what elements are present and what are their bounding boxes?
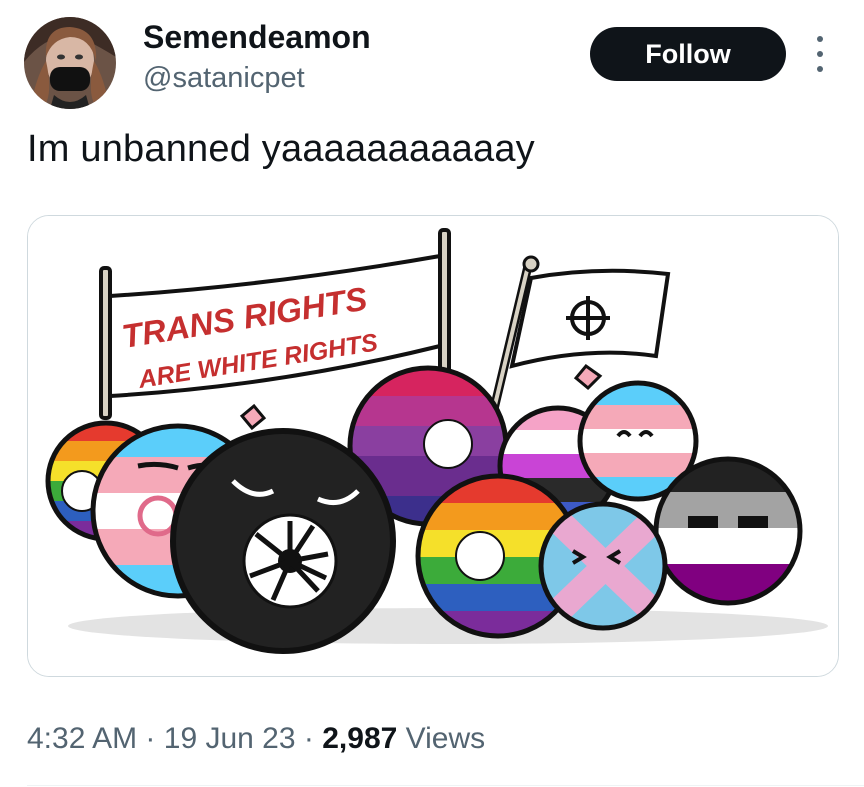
- views-label: Views: [405, 722, 486, 755]
- more-dot: [817, 66, 823, 72]
- more-dot: [817, 36, 823, 42]
- tweet-time[interactable]: 4:32 AM: [27, 722, 137, 755]
- follow-button[interactable]: Follow: [590, 27, 786, 81]
- divider: [27, 785, 864, 786]
- blue-ball-front: [538, 501, 668, 631]
- black-sun-ball: [170, 428, 396, 654]
- media-card[interactable]: TRANS RIGHTS ARE WHITE RIGHTS: [27, 215, 839, 677]
- separator-dot: ·: [145, 722, 156, 755]
- avatar-image: [24, 17, 116, 109]
- tweet-date[interactable]: 19 Jun 23: [164, 722, 296, 755]
- more-dot: [817, 51, 823, 57]
- tweet-meta: 4:32 AM · 19 Jun 23 · 2,987 Views: [27, 722, 485, 756]
- user-handle[interactable]: @satanicpet: [143, 62, 305, 95]
- views-count: 2,987: [322, 722, 398, 755]
- display-name[interactable]: Semendeamon: [143, 19, 371, 56]
- tweet-image: TRANS RIGHTS ARE WHITE RIGHTS: [28, 216, 838, 676]
- avatar[interactable]: [24, 17, 116, 109]
- separator-dot: ·: [303, 722, 314, 755]
- more-horizontal-icon[interactable]: [806, 36, 834, 72]
- tweet-text: Im unbanned yaaaaaaaaaaay: [27, 128, 535, 170]
